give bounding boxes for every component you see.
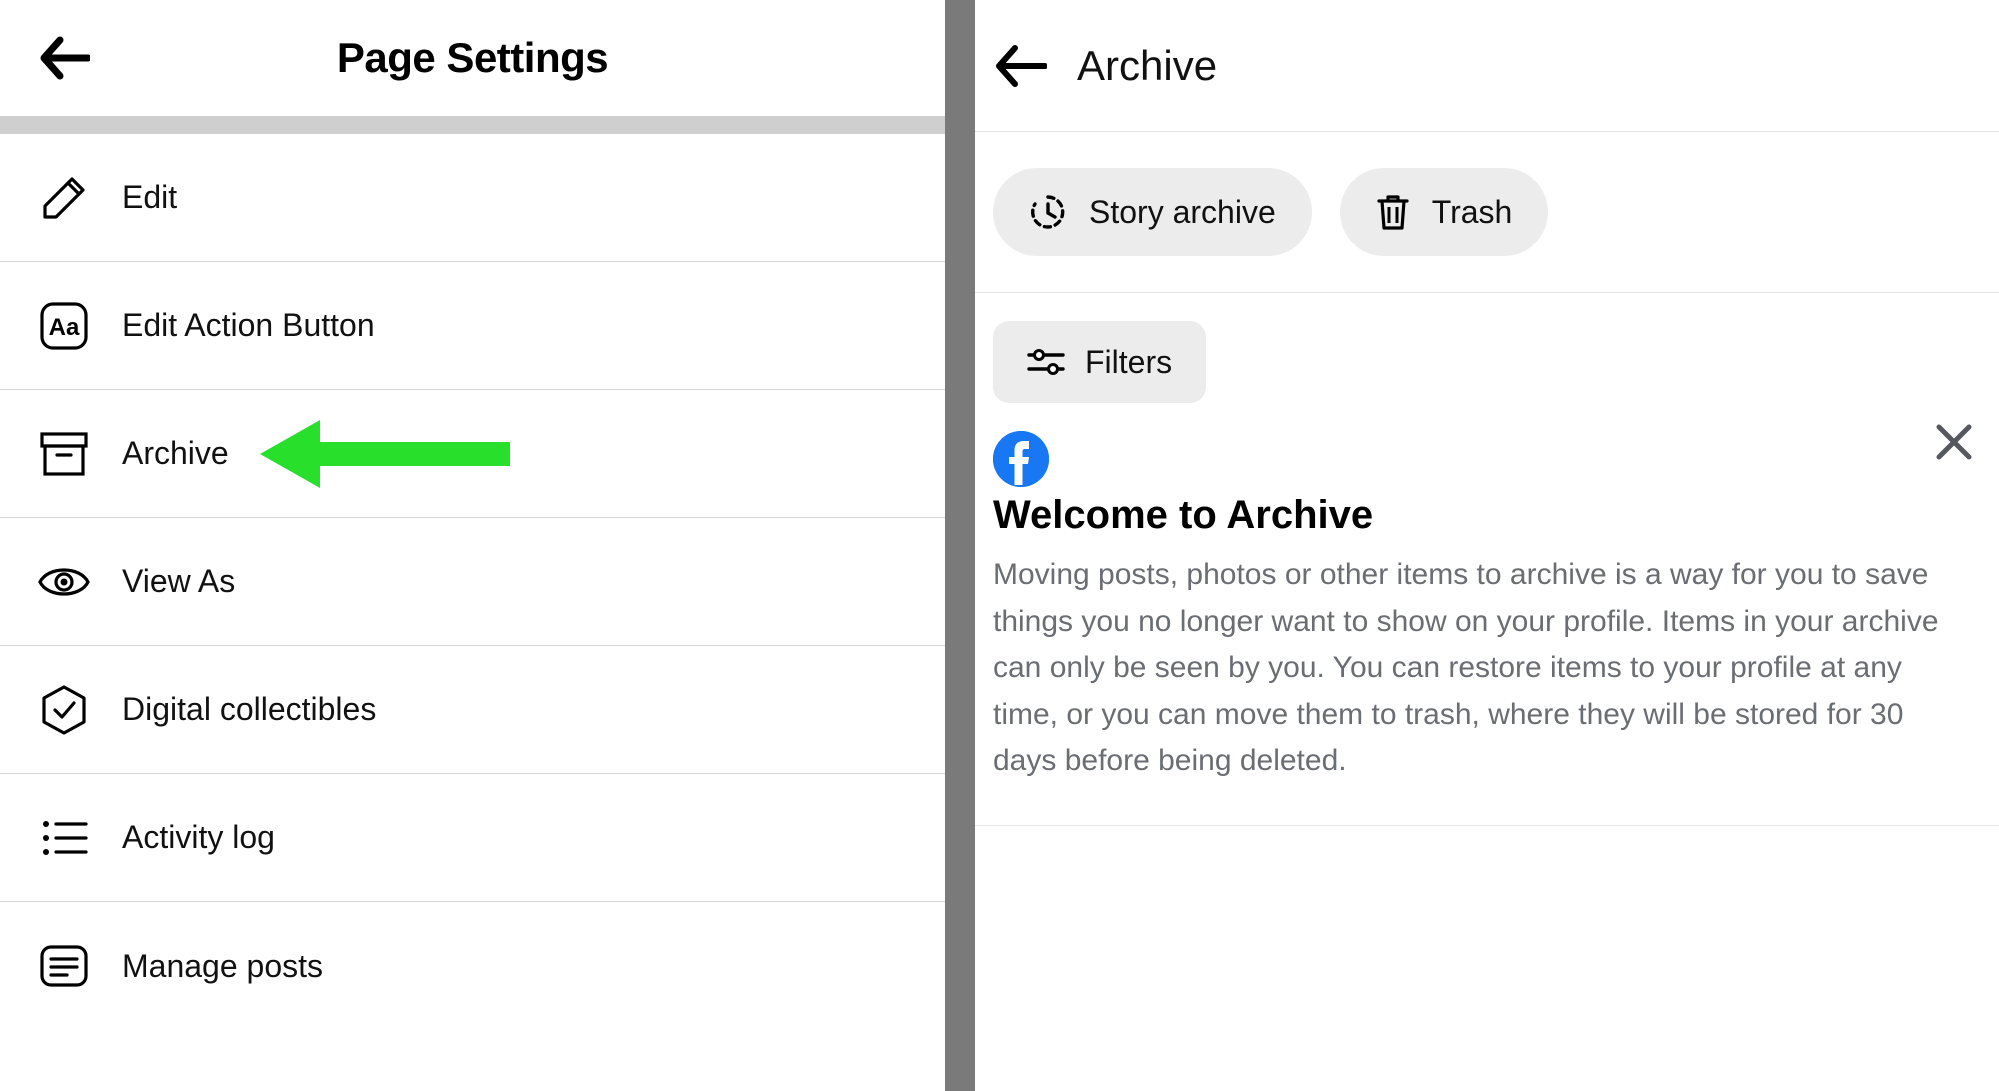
filters-row: Filters — [975, 293, 1999, 413]
archive-header: Archive — [975, 0, 1999, 132]
svg-text:Aa: Aa — [49, 314, 80, 341]
divider-strip — [0, 116, 945, 134]
archive-tabs: Story archive Trash — [975, 132, 1999, 293]
archive-panel: Archive Story archive Trash — [975, 0, 1999, 1091]
menu-item-label: Edit — [122, 179, 177, 216]
list-bullets-icon — [30, 818, 98, 858]
panel-gap — [945, 0, 975, 1091]
annotation-arrow-icon — [260, 414, 510, 494]
menu-item-edit-action-button[interactable]: Aa Edit Action Button — [0, 262, 945, 390]
menu-item-label: Activity log — [122, 819, 275, 856]
archive-box-icon — [30, 431, 98, 477]
page-settings-header: Page Settings — [0, 0, 945, 116]
facebook-logo-icon — [993, 431, 1049, 487]
filters-button[interactable]: Filters — [993, 321, 1206, 403]
welcome-card: Welcome to Archive Moving posts, photos … — [975, 413, 1999, 826]
close-icon — [1933, 421, 1975, 463]
chip-trash[interactable]: Trash — [1340, 168, 1549, 256]
document-lines-icon — [30, 944, 98, 988]
aa-icon: Aa — [30, 301, 98, 351]
back-button[interactable] — [993, 43, 1047, 89]
menu-item-label: Archive — [122, 435, 229, 472]
trash-icon — [1376, 193, 1410, 231]
pencil-icon — [30, 175, 98, 221]
chip-label: Trash — [1432, 194, 1513, 231]
filters-label: Filters — [1085, 344, 1172, 381]
back-button[interactable] — [38, 36, 90, 80]
menu-item-edit[interactable]: Edit — [0, 134, 945, 262]
close-button[interactable] — [1933, 421, 1975, 463]
menu-item-manage-posts[interactable]: Manage posts — [0, 902, 945, 1030]
arrow-left-icon — [38, 36, 90, 80]
sliders-icon — [1027, 347, 1065, 377]
page-settings-panel: Page Settings Edit Aa Edit Action Button — [0, 0, 945, 1091]
settings-menu: Edit Aa Edit Action Button Archive — [0, 134, 945, 1030]
menu-item-label: Manage posts — [122, 948, 323, 985]
chip-label: Story archive — [1089, 194, 1276, 231]
arrow-left-icon — [993, 43, 1047, 89]
menu-item-view-as[interactable]: View As — [0, 518, 945, 646]
menu-item-label: Edit Action Button — [122, 307, 375, 344]
page-title: Archive — [1077, 42, 1217, 90]
history-icon — [1029, 193, 1067, 231]
chip-story-archive[interactable]: Story archive — [993, 168, 1312, 256]
page-title: Page Settings — [337, 34, 608, 82]
menu-item-archive[interactable]: Archive — [0, 390, 945, 518]
menu-item-digital-collectibles[interactable]: Digital collectibles — [0, 646, 945, 774]
welcome-title: Welcome to Archive — [993, 493, 1981, 538]
eye-icon — [30, 564, 98, 600]
hexagon-check-icon — [30, 684, 98, 736]
welcome-body: Moving posts, photos or other items to a… — [993, 552, 1981, 785]
menu-item-activity-log[interactable]: Activity log — [0, 774, 945, 902]
menu-item-label: Digital collectibles — [122, 691, 376, 728]
menu-item-label: View As — [122, 563, 235, 600]
